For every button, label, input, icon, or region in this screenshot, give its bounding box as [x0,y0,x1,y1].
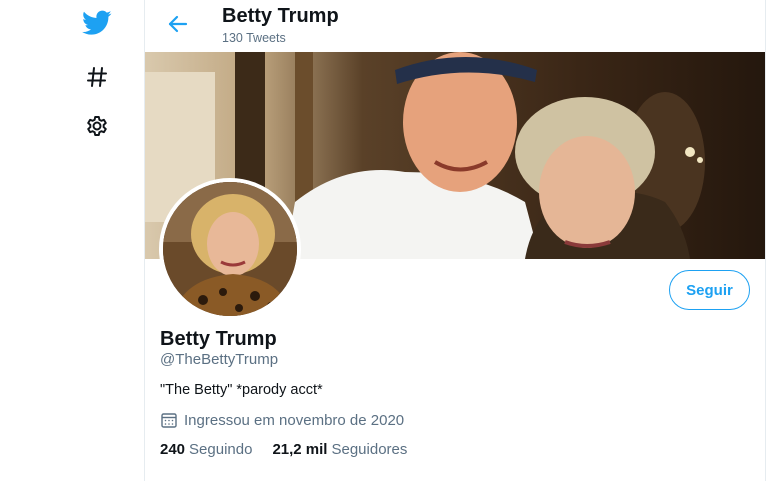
back-button[interactable] [163,9,193,39]
following-link[interactable]: 240 Seguindo [160,441,252,458]
profile-name: Betty Trump [160,328,277,350]
calendar-icon [160,411,178,429]
profile-bio: "The Betty" *parody acct* [160,382,323,398]
avatar[interactable] [159,178,301,320]
join-date-text: Ingressou em novembro de 2020 [184,411,405,429]
header-title: Betty Trump [222,5,339,27]
following-count: 240 [160,441,186,458]
twitter-bird-icon[interactable] [80,6,114,40]
left-nav [0,0,144,481]
header-tweet-count: 130 Tweets [222,31,286,45]
follow-button[interactable]: Seguir [669,270,750,310]
profile-column: Betty Trump 130 Tweets Seguir Betty Trum… [144,0,766,481]
profile-stats: 240 Seguindo 21,2 mil Seguidores [160,441,427,458]
hashtag-icon[interactable] [80,60,114,94]
following-label: Seguindo [189,441,253,458]
followers-link[interactable]: 21,2 mil Seguidores [272,441,407,458]
join-date: Ingressou em novembro de 2020 [160,411,404,429]
followers-label: Seguidores [331,441,408,458]
profile-header: Betty Trump 130 Tweets [145,0,765,52]
arrow-left-icon [168,15,188,33]
followers-count: 21,2 mil [272,441,328,458]
profile-handle: @TheBettyTrump [160,351,279,368]
gear-icon[interactable] [80,109,114,143]
